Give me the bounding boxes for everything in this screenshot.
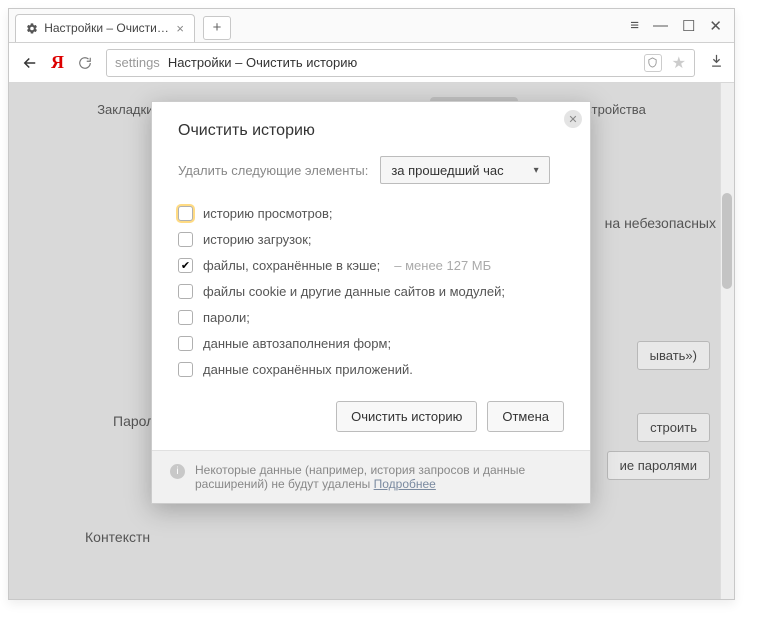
scrollbar-track[interactable] <box>720 83 734 599</box>
dialog-close-button[interactable]: ✕ <box>564 110 582 128</box>
minimize-icon[interactable]: — <box>653 17 668 35</box>
close-window-icon[interactable]: ✕ <box>709 17 722 35</box>
footer-learn-more-link[interactable]: Подробнее <box>374 477 436 491</box>
time-range-value: за прошедший час <box>391 163 503 178</box>
clear-option-row: данные сохранённых приложений. <box>178 362 564 377</box>
time-range-label: Удалить следующие элементы: <box>178 163 368 178</box>
time-range-select[interactable]: за прошедший час ▾ <box>380 156 549 184</box>
dialog-footer: i Некоторые данные (например, история за… <box>152 450 590 503</box>
checkbox[interactable] <box>178 310 193 325</box>
info-icon: i <box>170 464 185 479</box>
checkbox[interactable]: ✔ <box>178 258 193 273</box>
maximize-icon[interactable]: ☐ <box>682 17 695 35</box>
back-button[interactable] <box>19 52 41 74</box>
protect-icon[interactable] <box>644 54 662 72</box>
clear-option-label: историю загрузок; <box>203 232 312 247</box>
clear-history-button[interactable]: Очистить историю <box>336 401 477 432</box>
clear-option-label: файлы, сохранённые в кэше; <box>203 258 380 273</box>
bg-button-setup[interactable]: строить <box>637 413 710 442</box>
omnibox-text: Настройки – Очистить историю <box>168 55 357 70</box>
scrollbar-thumb[interactable] <box>722 193 732 289</box>
checkbox[interactable] <box>178 206 193 221</box>
window-controls: ≡ — ☐ ✕ <box>630 17 728 35</box>
clear-option-label: данные сохранённых приложений. <box>203 362 413 377</box>
checkbox[interactable] <box>178 284 193 299</box>
bookmark-star-icon[interactable]: ★ <box>672 53 686 73</box>
omnibox-prefix: settings <box>115 55 160 70</box>
checkbox[interactable] <box>178 362 193 377</box>
address-bar-row: Я settings Настройки – Очистить историю … <box>9 43 734 83</box>
menu-icon[interactable]: ≡ <box>630 17 639 35</box>
gear-icon <box>26 22 38 35</box>
omnibox[interactable]: settings Настройки – Очистить историю ★ <box>106 49 695 77</box>
clear-option-label: историю просмотров; <box>203 206 332 221</box>
clear-option-label: пароли; <box>203 310 250 325</box>
bg-button-show[interactable]: ывать») <box>637 341 710 370</box>
clear-option-row: историю загрузок; <box>178 232 564 247</box>
browser-window: Настройки – Очистить и × + ≡ — ☐ ✕ Я set… <box>8 8 735 600</box>
clear-option-label: данные автозаполнения форм; <box>203 336 391 351</box>
checkbox[interactable] <box>178 336 193 351</box>
chevron-down-icon: ▾ <box>534 165 539 176</box>
yandex-logo[interactable]: Я <box>51 52 64 73</box>
downloads-icon[interactable] <box>709 53 724 72</box>
clear-option-row: файлы cookie и другие данные сайтов и мо… <box>178 284 564 299</box>
reload-button[interactable] <box>74 52 96 74</box>
section-heading-context: Контекстн <box>85 529 150 545</box>
clear-history-dialog: ✕ Очистить историю Удалить следующие эле… <box>151 101 591 504</box>
footer-text: Некоторые данные (например, история запр… <box>195 463 525 491</box>
clear-option-row: ✔ файлы, сохранённые в кэше; – менее 127 М… <box>178 258 564 273</box>
clear-option-row: данные автозаполнения форм; <box>178 336 564 351</box>
checkbox[interactable] <box>178 232 193 247</box>
new-tab-button[interactable]: + <box>203 16 231 40</box>
clear-option-row: историю просмотров; <box>178 206 564 221</box>
tab-close-icon[interactable]: × <box>176 21 184 36</box>
clear-options-list: историю просмотров; историю загрузок; ✔ фай… <box>178 206 564 377</box>
active-tab[interactable]: Настройки – Очистить и × <box>15 14 195 42</box>
tab-title: Настройки – Очистить и <box>44 21 170 35</box>
tab-strip: Настройки – Очистить и × + ≡ — ☐ ✕ <box>9 9 734 43</box>
cancel-button[interactable]: Отмена <box>487 401 564 432</box>
clear-option-row: пароли; <box>178 310 564 325</box>
clear-option-extra: – менее 127 МБ <box>394 258 491 273</box>
bg-text-unsafe: на небезопасных <box>605 215 716 231</box>
bg-button-manage-passwords[interactable]: ие паролями <box>607 451 710 480</box>
dialog-title: Очистить историю <box>178 122 564 140</box>
clear-option-label: файлы cookie и другие данные сайтов и мо… <box>203 284 505 299</box>
